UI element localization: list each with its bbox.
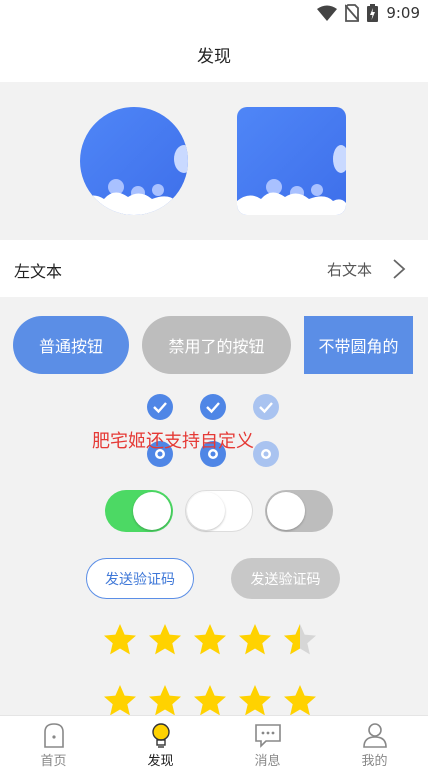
- status-time: 9:09: [386, 4, 420, 22]
- star-icon[interactable]: [282, 683, 318, 719]
- status-bar: 9:09: [0, 0, 428, 26]
- star-icon[interactable]: [192, 683, 228, 719]
- star-icon[interactable]: [192, 622, 228, 658]
- switch-on[interactable]: [105, 490, 173, 532]
- custom-overlay-text: 肥宅姬还支持自定义: [92, 431, 254, 452]
- star-icon[interactable]: [147, 683, 183, 719]
- checkbox-1[interactable]: [147, 394, 173, 420]
- send-code-button[interactable]: 发送验证码: [86, 558, 194, 599]
- message-icon: [254, 724, 281, 748]
- battery-charging-icon: [367, 4, 379, 22]
- disabled-button: 禁用了的按钮: [142, 316, 291, 374]
- tab-home[interactable]: 首页: [0, 716, 107, 773]
- no-sim-icon: [345, 4, 360, 22]
- list-left-text: 左文本: [14, 262, 63, 281]
- normal-button[interactable]: 普通按钮: [13, 316, 129, 374]
- tab-label: 首页: [40, 754, 67, 769]
- switch-off[interactable]: [185, 490, 253, 532]
- check-icon: [259, 402, 273, 414]
- chevron-right-icon: [393, 259, 406, 279]
- star-icon[interactable]: [237, 622, 273, 658]
- list-row[interactable]: 左文本 右文本: [0, 240, 428, 297]
- tab-label: 消息: [254, 754, 281, 769]
- check-icon: [153, 402, 167, 414]
- radio-disabled: [253, 441, 279, 467]
- star-half-icon[interactable]: [282, 622, 318, 658]
- bulb-icon: [151, 723, 170, 748]
- star-icon[interactable]: [102, 622, 138, 658]
- app-header: 发现: [0, 26, 428, 82]
- star-icon[interactable]: [102, 683, 138, 719]
- switch-knob: [267, 492, 305, 530]
- check-icon: [206, 402, 220, 414]
- image-row: [0, 82, 428, 240]
- switch-disabled: [265, 490, 333, 532]
- rating-bar-2[interactable]: [102, 683, 318, 719]
- list-right-text: 右文本: [326, 261, 372, 279]
- bottom-tab-bar: 首页 发现 消息 我的: [0, 715, 428, 773]
- checkbox-disabled: [253, 394, 279, 420]
- star-icon[interactable]: [237, 683, 273, 719]
- tab-me[interactable]: 我的: [321, 716, 428, 773]
- tab-label: 发现: [147, 754, 174, 769]
- avatar-circle-image[interactable]: [80, 107, 188, 215]
- star-icon[interactable]: [147, 622, 183, 658]
- checkbox-2[interactable]: [200, 394, 226, 420]
- switch-knob: [133, 492, 171, 530]
- page-title: 发现: [197, 46, 231, 67]
- switch-knob: [187, 492, 225, 530]
- user-icon: [362, 723, 387, 748]
- tab-messages[interactable]: 消息: [214, 716, 321, 773]
- send-code-button-disabled: 发送验证码: [231, 558, 340, 599]
- wifi-icon: [317, 5, 338, 21]
- tab-label: 我的: [361, 754, 388, 769]
- home-icon: [43, 723, 64, 748]
- square-button[interactable]: 不带圆角的: [304, 316, 413, 374]
- avatar-rounded-image[interactable]: [237, 107, 346, 215]
- rating-bar-1[interactable]: [102, 622, 318, 658]
- tab-discover[interactable]: 发现: [107, 716, 214, 773]
